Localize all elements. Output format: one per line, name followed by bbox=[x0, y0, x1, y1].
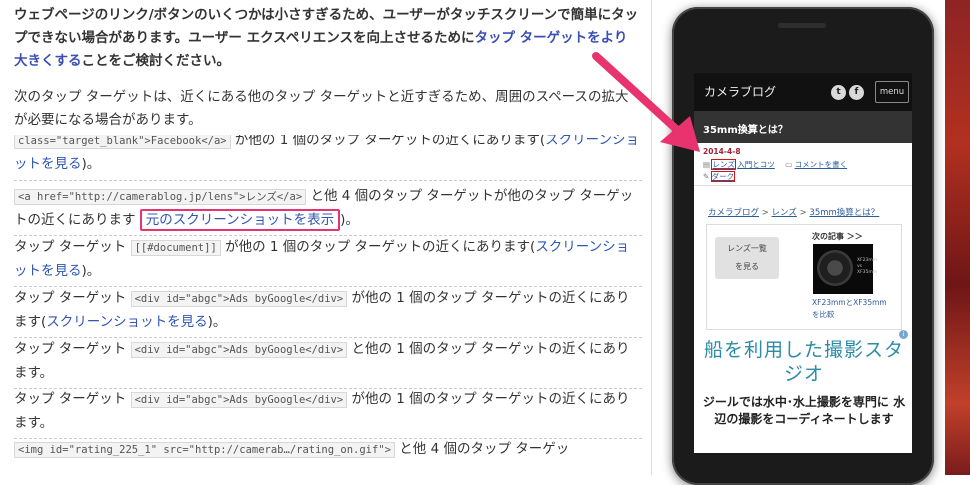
background-photo-strip bbox=[945, 0, 970, 475]
pagespeed-report-panel: ウェブページのリンク/ボタンのいくつかは小さすぎるため、ユーザーがタッチスクリー… bbox=[0, 0, 651, 475]
tap-target-item: タップ ターゲット [[#document]] が他の 1 個のタップ ターゲッ… bbox=[14, 236, 642, 287]
menu-button[interactable]: menu bbox=[875, 81, 909, 103]
twitter-icon[interactable]: t bbox=[831, 85, 846, 100]
intro-paragraph: ウェブページのリンク/ボタンのいくつかは小さすぎるため、ユーザーがタッチスクリー… bbox=[14, 4, 640, 73]
tap-target-item: タップ ターゲット <div id="abgc">Ads byGoogle</d… bbox=[14, 338, 642, 389]
background-wall bbox=[935, 0, 945, 475]
tag-dark-link[interactable]: ダーク bbox=[710, 171, 736, 182]
folder-icon: ▤ bbox=[703, 160, 711, 169]
breadcrumb-current[interactable]: 35mm換算とは？ bbox=[809, 208, 879, 218]
lens-list-button[interactable]: レンズ一覧 を見る bbox=[715, 237, 779, 279]
comment-link[interactable]: コメントを書く bbox=[795, 160, 848, 169]
next-post-label: 次の記事 ＞＞ bbox=[812, 232, 863, 241]
site-header: カメラブログ t f menu bbox=[694, 73, 912, 111]
google-ad[interactable]: i 船を利用した撮影スタジオ ジールでは水中･水上撮影を専門に 水辺の撮影をコー… bbox=[702, 330, 908, 428]
intro-text-after: ことをご検討ください。 bbox=[81, 53, 231, 69]
ad-headline[interactable]: 船を利用した撮影スタジオ bbox=[702, 338, 906, 386]
ad-info-icon[interactable]: i bbox=[899, 330, 908, 339]
post-title: 35mm換算とは？ bbox=[703, 125, 788, 136]
breadcrumb-home[interactable]: カメラブログ bbox=[708, 208, 759, 218]
breadcrumb-separator: > bbox=[761, 208, 769, 218]
breadcrumb-lens[interactable]: レンズ bbox=[772, 208, 797, 218]
divider bbox=[694, 185, 912, 186]
mobile-screenshot: カメラブログ t f menu 35mm換算とは？ 2014-4-8 ▤ レンズ… bbox=[694, 73, 912, 453]
tap-target-item: タップ ターゲット <div id="abgc">Ads byGoogle</d… bbox=[14, 388, 642, 439]
code-snippet: <div id="abgc">Ads byGoogle</div> bbox=[130, 291, 348, 307]
next-post-link[interactable]: XF23mmとXF35mm を比較 bbox=[812, 297, 887, 321]
tap-target-item: class="target_blank">Facebook</a> が他の 1 … bbox=[14, 135, 642, 181]
category-tips-link[interactable]: 入門とコツ bbox=[737, 160, 775, 169]
phone-mockup: カメラブログ t f menu 35mm換算とは？ 2014-4-8 ▤ レンズ… bbox=[672, 7, 934, 485]
site-title[interactable]: カメラブログ bbox=[704, 83, 776, 100]
post-tags: ✎ ダーク bbox=[703, 171, 736, 182]
facebook-icon[interactable]: f bbox=[849, 85, 864, 100]
code-snippet: class="target_blank">Facebook</a> bbox=[14, 135, 231, 149]
phone-speaker bbox=[778, 23, 826, 28]
ad-body: ジールでは水中･水上撮影を専門に 水辺の撮影をコーディネートします bbox=[702, 395, 906, 426]
comment-icon: ▭ bbox=[785, 160, 793, 169]
pointer-arrow-icon bbox=[592, 52, 700, 152]
related-card: レンズ一覧 を見る 次の記事 ＞＞ XF23mm vs XF35mm XF23m… bbox=[706, 224, 902, 330]
view-original-screenshot-link[interactable]: 元のスクリーンショットを表示 bbox=[139, 209, 341, 231]
breadcrumb: カメラブログ > レンズ > 35mm換算とは？ bbox=[708, 206, 879, 218]
next-post-thumbnail[interactable]: XF23mm vs XF35mm bbox=[813, 244, 877, 294]
code-snippet: <a href="http://camerablog.jp/lens">レンズ<… bbox=[14, 189, 307, 205]
thumbnail-caption: XF23mm vs XF35mm bbox=[857, 258, 878, 275]
lens-image bbox=[817, 250, 853, 286]
breadcrumb-separator: > bbox=[799, 208, 807, 218]
tap-target-item: タップ ターゲット <div id="abgc">Ads byGoogle</d… bbox=[14, 287, 642, 338]
category-lens-link[interactable]: レンズ bbox=[711, 159, 736, 170]
code-snippet: <div id="abgc">Ads byGoogle</div> bbox=[130, 392, 348, 408]
tap-target-item: <img id="rating_225_1" src="http://camer… bbox=[14, 438, 642, 465]
code-snippet: <img id="rating_225_1" src="http://camer… bbox=[14, 442, 395, 458]
subheading-paragraph: 次のタップ ターゲットは、近くにある他のタップ ターゲットと近すぎるため、周囲の… bbox=[14, 89, 629, 128]
tap-target-item: <a href="http://camerablog.jp/lens">レンズ<… bbox=[14, 185, 642, 236]
post-title-bar: 35mm換算とは？ bbox=[694, 111, 912, 143]
tag-icon: ✎ bbox=[703, 172, 710, 181]
post-categories: ▤ レンズ 入門とコツ ▭ コメントを書く bbox=[703, 159, 847, 170]
code-snippet: [[#document]] bbox=[130, 240, 221, 256]
code-snippet: <div id="abgc">Ads byGoogle</div> bbox=[130, 342, 348, 358]
screenshot-link[interactable]: スクリーンショットを見る bbox=[46, 314, 207, 330]
